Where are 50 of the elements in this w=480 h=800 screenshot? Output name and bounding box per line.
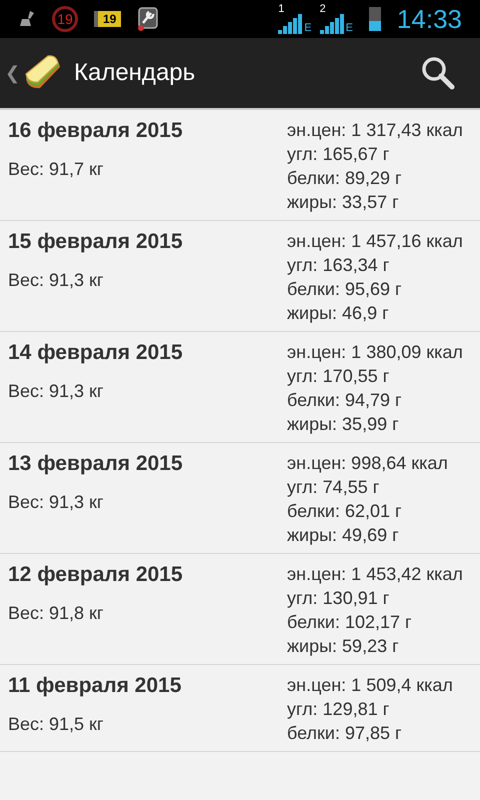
day-fat: жиры: 35,99 г [287, 413, 400, 436]
day-carbs: угл: 165,67 г [287, 143, 390, 166]
screen-title: Календарь [74, 58, 196, 88]
day-row[interactable]: 15 февраля 2015 Вес: 91,3 кг эн.цен: 1 457,16 ккал угл: 163,34 г белки: 95,69 г жиры: 46,9 г [0, 221, 480, 332]
day-weight: Вес: 91,8 кг [8, 602, 104, 625]
day-carbs: угл: 130,91 г [287, 587, 390, 610]
day-date: 14 февраля 2015 [8, 340, 184, 366]
day-protein: белки: 102,17 г [287, 611, 413, 634]
day-date: 12 февраля 2015 [8, 562, 184, 588]
day-energy: эн.цен: 1 317,43 ккал [287, 119, 464, 142]
day-fat: жиры: 46,9 г [287, 302, 390, 325]
day-energy: эн.цен: 1 453,42 ккал [287, 563, 464, 586]
day-protein: белки: 94,79 г [287, 389, 403, 412]
back-icon[interactable]: ❮ [5, 60, 20, 86]
day-date: 13 февраля 2015 [8, 451, 184, 477]
network-type: E [346, 23, 353, 34]
day-fat: жиры: 59,23 г [287, 635, 400, 658]
counter-icon: 19 [52, 6, 78, 32]
clock: 14:33 [396, 6, 462, 32]
day-weight: Вес: 91,7 кг [8, 158, 104, 181]
day-carbs: угл: 170,55 г [287, 365, 390, 388]
day-date: 16 февраля 2015 [8, 118, 184, 144]
day-row[interactable]: 13 февраля 2015 Вес: 91,3 кг эн.цен: 998,64 ккал угл: 74,55 г белки: 62,01 г жиры: 49,69 г [0, 443, 480, 554]
day-weight: Вес: 91,3 кг [8, 491, 104, 514]
day-row[interactable]: 12 февраля 2015 Вес: 91,8 кг эн.цен: 1 453,42 ккал угл: 130,91 г белки: 102,17 г жиры: 59,23 г [0, 554, 480, 665]
day-weight: Вес: 91,5 кг [8, 713, 104, 736]
day-carbs: угл: 163,34 г [287, 254, 390, 277]
day-row[interactable]: 11 февраля 2015 Вес: 91,5 кг эн.цен: 1 509,4 ккал угл: 129,81 г белки: 97,85 г [0, 665, 480, 752]
day-energy: эн.цен: 1 457,16 ккал [287, 230, 464, 253]
day-row[interactable]: 16 февраля 2015 Вес: 91,7 кг эн.цен: 1 317,43 ккал угл: 165,67 г белки: 89,29 г жиры: 33,57 г [0, 110, 480, 221]
day-energy: эн.цен: 1 380,09 ккал [287, 341, 464, 364]
day-fat: жиры: 49,69 г [287, 524, 400, 547]
day-weight: Вес: 91,3 кг [8, 380, 104, 403]
day-protein: белки: 89,29 г [287, 167, 403, 190]
day-energy: эн.цен: 998,64 ккал [287, 452, 449, 475]
network-type: E [304, 23, 312, 34]
day-energy: эн.цен: 1 509,4 ккал [287, 674, 454, 697]
day-weight: Вес: 91,3 кг [8, 269, 104, 292]
day-fat: жиры: 33,57 г [287, 191, 400, 214]
sim-number: 2 [320, 4, 327, 14]
day-carbs: угл: 129,81 г [287, 698, 390, 721]
day-row[interactable]: 14 февраля 2015 Вес: 91,3 кг эн.цен: 1 380,09 ккал угл: 170,55 г белки: 94,79 г жиры: 35,99 г [0, 332, 480, 443]
day-carbs: угл: 74,55 г [287, 476, 380, 499]
day-date: 15 февраля 2015 [8, 229, 184, 255]
day-date: 11 февраля 2015 [8, 673, 182, 699]
day-protein: белки: 97,85 г [287, 722, 403, 745]
battery-counter-icon: 19 [94, 11, 122, 27]
sim-number: 1 [278, 4, 286, 14]
day-protein: белки: 62,01 г [287, 500, 403, 523]
day-protein: белки: 95,69 г [287, 278, 403, 301]
